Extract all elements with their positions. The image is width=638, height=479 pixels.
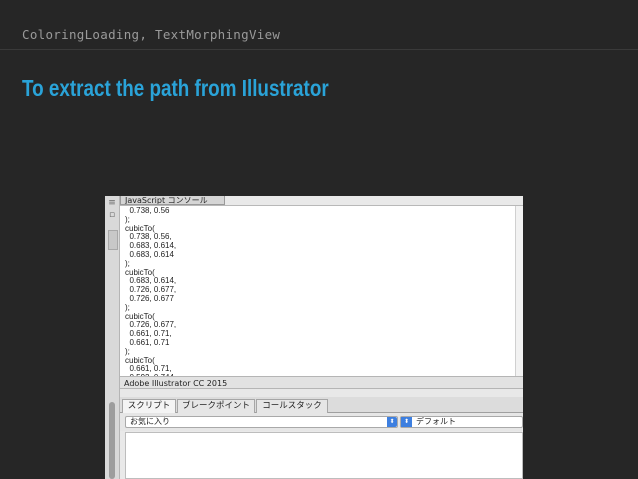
console-code: 0.738, 0.56); cubicTo( 0.738, 0.56, 0.683… bbox=[125, 206, 176, 377]
tab-javascript-console[interactable]: JavaScript コンソール bbox=[120, 196, 225, 205]
panel-gap bbox=[120, 389, 523, 397]
panel-knob[interactable] bbox=[108, 230, 118, 250]
default-select[interactable]: ⬍ デフォルト bbox=[400, 416, 523, 428]
left-toolbar-strip: ≡ ▫ bbox=[105, 196, 120, 479]
console-line: 0.738, 0.56 bbox=[125, 206, 170, 215]
tab-call-stack[interactable]: コールスタック bbox=[256, 399, 328, 413]
tab-script[interactable]: スクリプト bbox=[122, 399, 176, 413]
console-line: 0.661, 0.71 bbox=[125, 337, 170, 347]
script-editor[interactable] bbox=[125, 432, 523, 479]
left-scrollbar[interactable] bbox=[109, 402, 115, 479]
select-bar: お気に入り ⬍ ⬍ デフォルト bbox=[120, 413, 523, 431]
default-select-value: デフォルト bbox=[416, 417, 456, 426]
javascript-console-output[interactable]: 0.738, 0.56); cubicTo( 0.738, 0.56, 0.683… bbox=[120, 205, 523, 377]
menu-lines-icon[interactable]: ≡ bbox=[107, 199, 117, 208]
slide-title: To extract the path from Illustrator bbox=[22, 75, 329, 101]
header-divider bbox=[0, 49, 638, 50]
breadcrumb: ColoringLoading, TextMorphingView bbox=[22, 27, 281, 42]
select-arrows-icon[interactable]: ⬍ bbox=[401, 417, 412, 427]
tab-breakpoints[interactable]: ブレークポイント bbox=[177, 399, 255, 413]
script-tabs: スクリプト ブレークポイント コールスタック bbox=[120, 397, 523, 413]
square-icon[interactable]: ▫ bbox=[107, 211, 117, 220]
console-scrollbar[interactable] bbox=[515, 206, 523, 377]
favorites-select-value: お気に入り bbox=[130, 417, 170, 426]
select-arrows-icon[interactable]: ⬍ bbox=[387, 417, 397, 427]
illustrator-screenshot: ≡ ▫ JavaScript コンソール 0.738, 0.56); cubicT… bbox=[105, 196, 523, 479]
console-line: 0.683, 0.614 bbox=[125, 249, 174, 259]
status-bar: Adobe Illustrator CC 2015 bbox=[120, 376, 523, 389]
console-line: 0.726, 0.677 bbox=[125, 293, 174, 303]
favorites-select[interactable]: お気に入り ⬍ bbox=[125, 416, 398, 428]
